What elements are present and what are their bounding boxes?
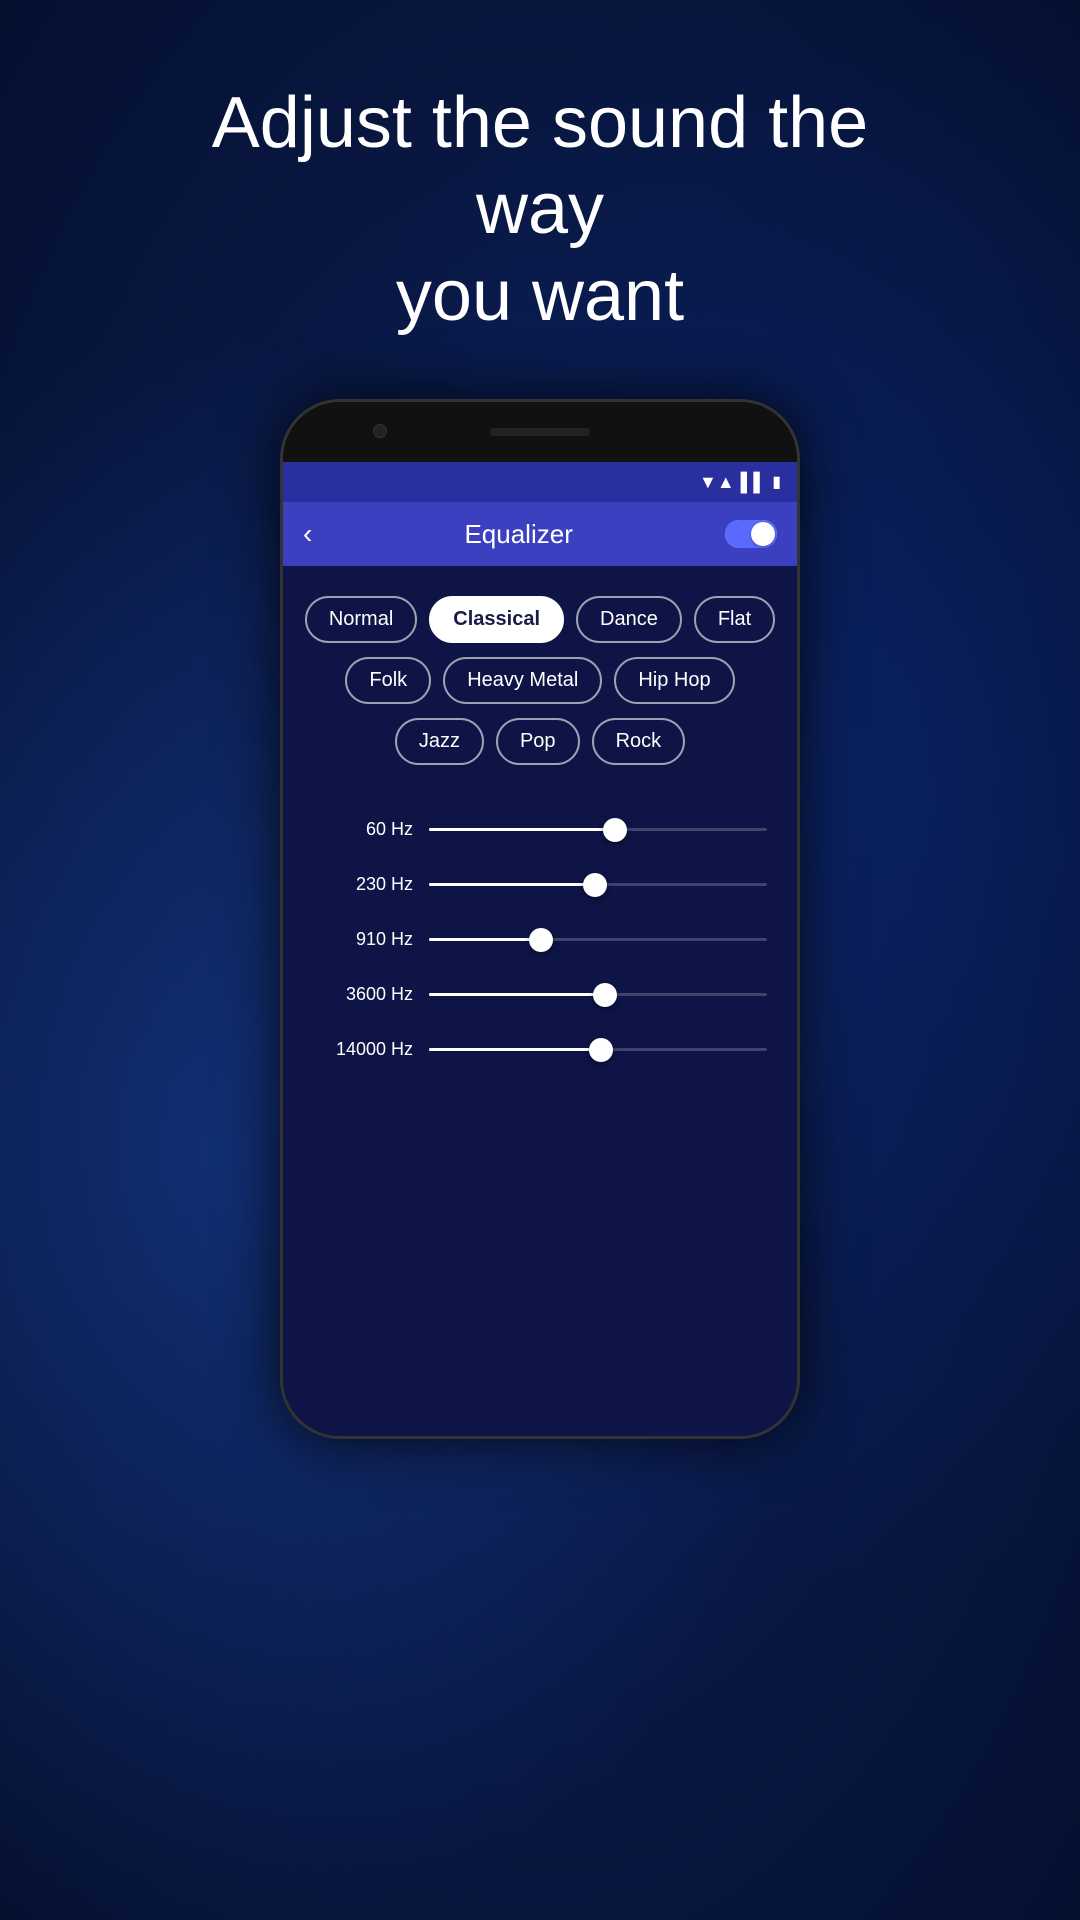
title-line1: Adjust the sound the way	[212, 83, 868, 249]
slider-label-60hz: 60 Hz	[313, 819, 413, 840]
slider-filled-3600hz	[429, 993, 605, 996]
slider-filled-910hz	[429, 938, 541, 941]
slider-label-3600hz: 3600 Hz	[313, 984, 413, 1005]
preset-btn-dance[interactable]: Dance	[576, 596, 682, 643]
slider-track-910hz[interactable]	[429, 930, 767, 950]
preset-container: Normal Classical Dance Flat Folk Heavy M…	[283, 566, 797, 789]
slider-14000hz: 14000 Hz	[313, 1039, 767, 1060]
preset-btn-rock[interactable]: Rock	[592, 718, 686, 765]
slider-label-14000hz: 14000 Hz	[313, 1039, 413, 1060]
preset-row-1: Normal Classical Dance Flat	[303, 596, 777, 643]
preset-btn-jazz[interactable]: Jazz	[395, 718, 484, 765]
back-button[interactable]: ‹	[303, 518, 312, 550]
slider-thumb-910hz[interactable]	[529, 928, 553, 952]
slider-thumb-3600hz[interactable]	[593, 983, 617, 1007]
preset-btn-normal[interactable]: Normal	[305, 596, 417, 643]
phone-top-bar	[283, 402, 797, 462]
wifi-icon: ▼▲	[699, 472, 735, 493]
signal-icon: ▌▌	[741, 472, 767, 493]
equalizer-toggle[interactable]	[725, 520, 777, 548]
slider-track-60hz[interactable]	[429, 820, 767, 840]
phone-body: ▼▲ ▌▌ ▮ ‹ Equalizer	[280, 399, 800, 1439]
preset-btn-heavy-metal[interactable]: Heavy Metal	[443, 657, 602, 704]
app-title: Equalizer	[464, 519, 572, 550]
preset-btn-flat[interactable]: Flat	[694, 596, 775, 643]
slider-thumb-14000hz[interactable]	[589, 1038, 613, 1062]
phone-screen: Normal Classical Dance Flat Folk Heavy M…	[283, 566, 797, 1439]
preset-row-2: Folk Heavy Metal Hip Hop	[303, 657, 777, 704]
phone-camera	[373, 424, 387, 438]
status-icons: ▼▲ ▌▌ ▮	[699, 472, 781, 493]
status-bar: ▼▲ ▌▌ ▮	[283, 462, 797, 502]
slider-910hz: 910 Hz	[313, 929, 767, 950]
phone-speaker	[490, 428, 590, 436]
preset-row-3: Jazz Pop Rock	[303, 718, 777, 765]
title-line2: you want	[396, 256, 684, 336]
slider-track-230hz[interactable]	[429, 875, 767, 895]
slider-track-3600hz[interactable]	[429, 985, 767, 1005]
preset-btn-pop[interactable]: Pop	[496, 718, 580, 765]
slider-label-910hz: 910 Hz	[313, 929, 413, 950]
slider-label-230hz: 230 Hz	[313, 874, 413, 895]
slider-filled-230hz	[429, 883, 595, 886]
preset-btn-classical[interactable]: Classical	[429, 596, 564, 643]
slider-track-14000hz[interactable]	[429, 1040, 767, 1060]
slider-filled-60hz	[429, 828, 615, 831]
slider-60hz: 60 Hz	[313, 819, 767, 840]
battery-icon: ▮	[772, 472, 781, 492]
sliders-container: 60 Hz 230 Hz	[283, 799, 797, 1080]
phone-mockup: ▼▲ ▌▌ ▮ ‹ Equalizer	[280, 399, 800, 1439]
toggle-knob	[751, 522, 775, 546]
slider-3600hz: 3600 Hz	[313, 984, 767, 1005]
slider-230hz: 230 Hz	[313, 874, 767, 895]
page-title: Adjust the sound the way you want	[140, 80, 940, 339]
preset-btn-hip-hop[interactable]: Hip Hop	[614, 657, 734, 704]
app-header: ‹ Equalizer	[283, 502, 797, 566]
slider-thumb-60hz[interactable]	[603, 818, 627, 842]
slider-filled-14000hz	[429, 1048, 601, 1051]
slider-thumb-230hz[interactable]	[583, 873, 607, 897]
preset-btn-folk[interactable]: Folk	[345, 657, 431, 704]
